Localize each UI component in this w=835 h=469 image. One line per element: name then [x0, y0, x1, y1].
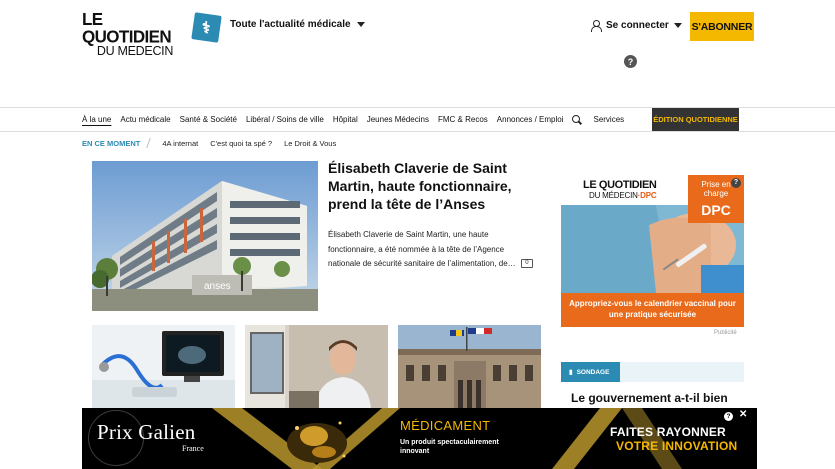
ad-logo-prefix: DU MÉDECIN	[589, 191, 638, 200]
trending-item[interactable]: Le Droit & Vous	[284, 139, 336, 148]
section-dropdown[interactable]: Toute l'actualité médicale	[230, 19, 365, 30]
sondage-tag-label: SONDAGE	[576, 368, 610, 376]
article-thumbnail-conseil-etat[interactable]	[398, 325, 541, 410]
login-label: Se connecter	[606, 20, 669, 31]
banner-cta-line-2: VOTRE INNOVATION	[616, 439, 738, 453]
search-icon[interactable]	[572, 115, 581, 124]
nav-item-a-la-une[interactable]: À la une	[82, 115, 111, 124]
article-thumbnail-ultrasound[interactable]	[92, 325, 235, 410]
trending-item[interactable]: C'est quoi ta spé ?	[210, 139, 272, 148]
caduceus-icon[interactable]: ⚕	[191, 12, 222, 43]
main-nav: À la une Actu médicale Santé & Société L…	[0, 107, 835, 132]
login-button[interactable]: Se connecter	[591, 20, 682, 32]
user-icon	[591, 20, 602, 32]
ad-logo-line-1: LE QUOTIDIEN	[583, 179, 657, 191]
banner-brand-sub: France	[182, 444, 204, 453]
trending-label: EN CE MOMENT	[82, 138, 141, 148]
chevron-down-icon	[356, 22, 365, 27]
main-article-excerpt[interactable]: Élisabeth Claverie de Saint Martin, une …	[328, 228, 538, 272]
logo-line-1: LE QUOTIDIEN	[82, 9, 172, 47]
site-logo[interactable]: LE QUOTIDIEN DU MEDECIN	[82, 9, 186, 57]
nav-item-fmc-recos[interactable]: FMC & Recos	[438, 115, 488, 124]
ad-label: Publicité	[714, 330, 737, 336]
subscribe-button[interactable]: S'ABONNER	[690, 12, 754, 41]
nav-item-jeunes-medecins[interactable]: Jeunes Médecins	[367, 115, 429, 124]
ad-logo-suffix: ·DPC	[637, 191, 657, 200]
bottom-ad-banner[interactable]: Prix Galien France MÉDICAMENT Un produit…	[82, 408, 757, 469]
banner-subtitle: Un produit spectaculairement innovant	[400, 439, 499, 455]
main-article-image[interactable]: anses	[92, 161, 318, 311]
nav-item-liberal[interactable]: Libéral / Soins de ville	[246, 115, 324, 124]
banner-title: MÉDICAMENT	[400, 418, 491, 433]
nav-item-annonces[interactable]: Annonces / Emploi	[497, 115, 564, 124]
chevron-down-icon	[673, 23, 682, 28]
article-thumbnail-doctor[interactable]	[245, 325, 388, 410]
anses-sign: anses	[204, 281, 231, 292]
sondage-question[interactable]: Le gouvernement a-t-il bien	[571, 391, 728, 405]
main-article-title[interactable]: Élisabeth Claverie de Saint Martin, haut…	[328, 159, 528, 213]
nav-item-services[interactable]: Services	[593, 115, 624, 124]
divider	[146, 138, 152, 148]
banner-brand: Prix Galien	[97, 420, 196, 444]
nav-item-hopital[interactable]: Hôpital	[333, 115, 358, 124]
comment-icon[interactable]: 0	[520, 259, 533, 269]
trending-bar: EN CE MOMENT 4A internat C'est quoi ta s…	[82, 138, 348, 148]
section-dropdown-label: Toute l'actualité médicale	[230, 19, 351, 30]
ad-help-icon[interactable]: ?	[731, 178, 741, 188]
ad-cta[interactable]: Appropriez-vous le calendrier vaccinal p…	[561, 293, 744, 327]
trending-item[interactable]: 4A internat	[162, 139, 198, 148]
banner-help-icon[interactable]: ?	[724, 412, 733, 421]
nav-item-actu-medicale[interactable]: Actu médicale	[120, 115, 170, 124]
ad-dpc[interactable]: LE QUOTIDIEN DU MÉDECIN·DPC Prise en cha…	[561, 175, 744, 327]
help-icon[interactable]: ?	[624, 55, 637, 68]
nav-item-sante-societe[interactable]: Santé & Société	[180, 115, 237, 124]
ad-logo-line-2: DU MÉDECIN·DPC	[589, 191, 657, 200]
edition-quotidienne-button[interactable]: ÉDITION QUOTIDIENNE	[652, 108, 739, 131]
close-icon[interactable]: ✕	[739, 409, 747, 420]
sondage-tag: ▮ SONDAGE	[561, 362, 620, 382]
banner-cta-line-1: FAITES RAYONNER	[610, 425, 726, 439]
main-article-excerpt-text: Élisabeth Claverie de Saint Martin, une …	[328, 230, 516, 268]
ad-dpc-label: DPC	[701, 202, 731, 218]
chart-icon: ▮	[569, 369, 573, 376]
